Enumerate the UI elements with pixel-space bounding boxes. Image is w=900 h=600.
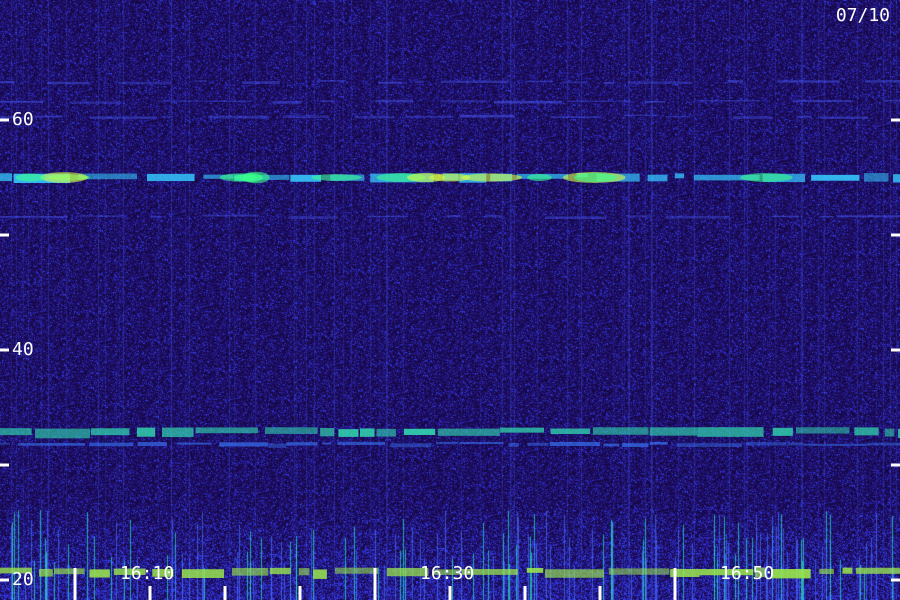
band-2 xyxy=(0,99,900,104)
axis-overlay xyxy=(0,80,900,600)
band-1 xyxy=(0,114,868,119)
x-tick-label: 16:10 xyxy=(120,563,175,584)
y-tick-label: 20 xyxy=(12,569,34,590)
band-4 xyxy=(0,214,900,220)
x-tick-label: 16:30 xyxy=(420,563,475,584)
x-tick-label: 16:50 xyxy=(720,563,775,584)
band-0 xyxy=(0,171,900,184)
spectrogram-chart: 60 40 20 16:10 16:30 16:50 07/10 xyxy=(0,0,900,600)
date-label: 07/10 xyxy=(835,5,890,26)
y-tick-label: 60 xyxy=(12,109,34,130)
y-tick-label: 40 xyxy=(12,339,34,360)
band-6 xyxy=(0,441,900,448)
band-3 xyxy=(0,80,900,85)
band-5 xyxy=(0,427,900,439)
